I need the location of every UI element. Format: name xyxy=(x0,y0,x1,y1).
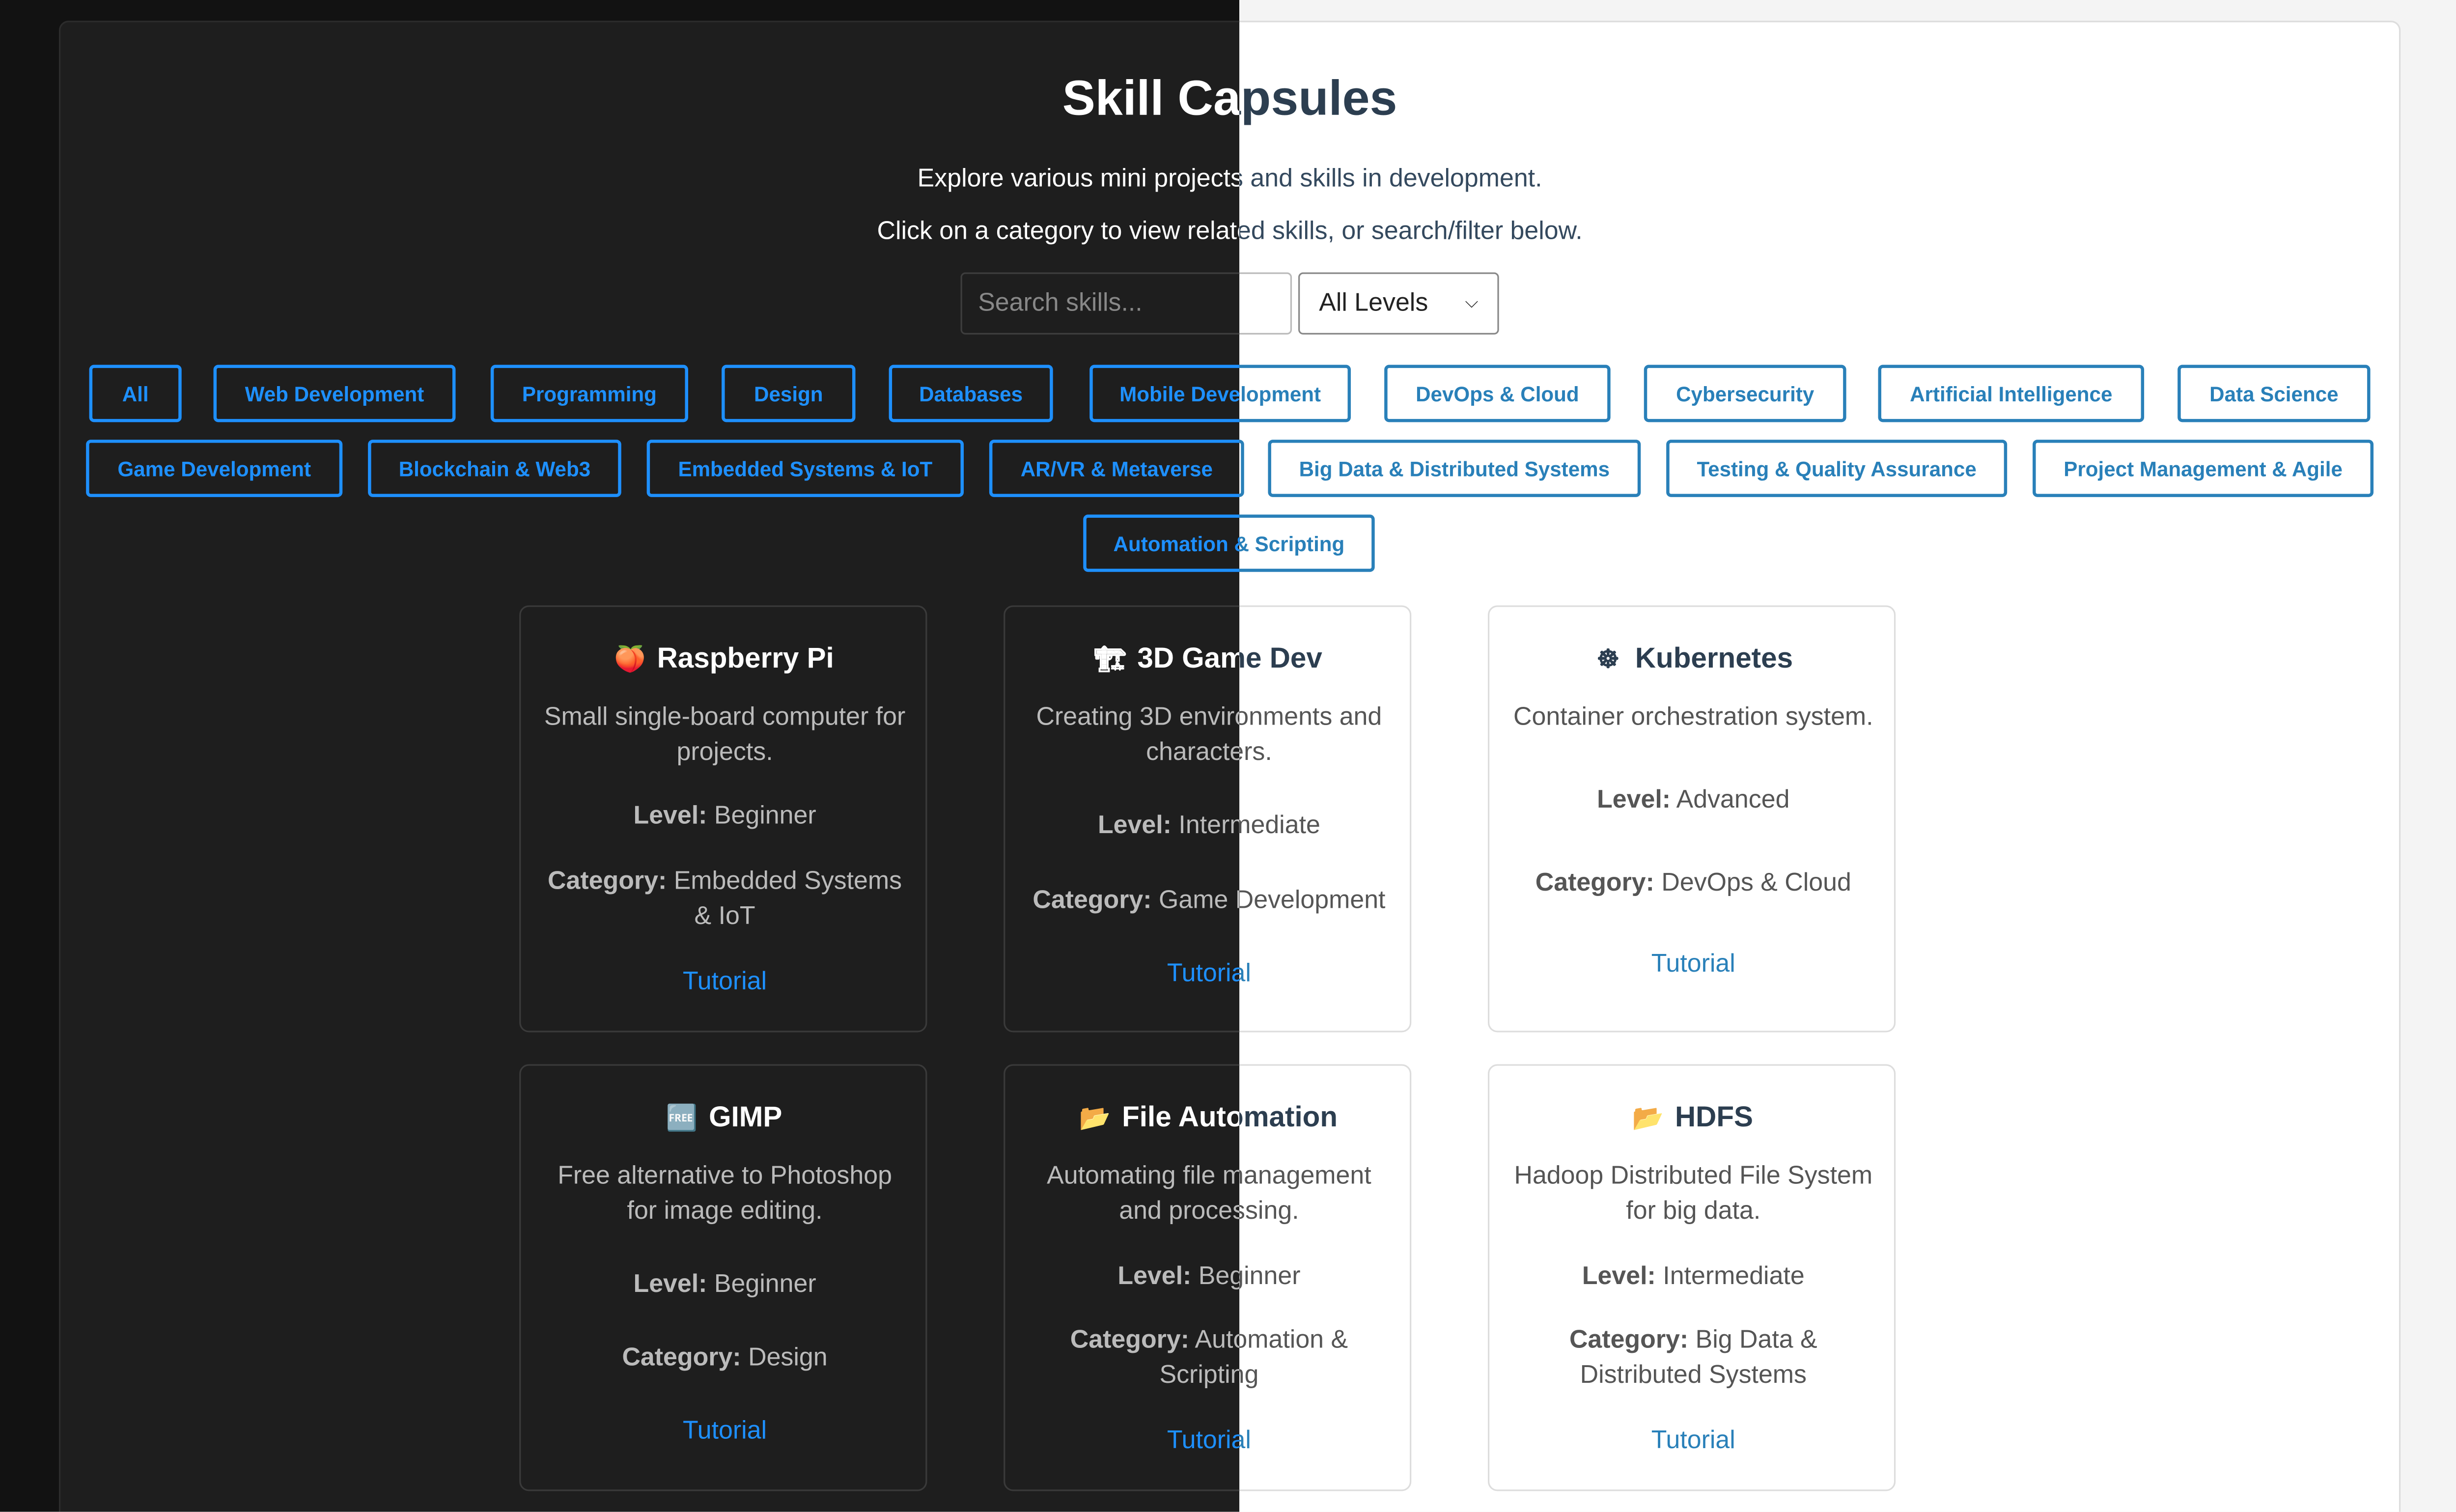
category-button[interactable]: Game Development xyxy=(86,440,343,497)
skill-card-title: 📂 HDFS xyxy=(1489,1101,1897,1134)
level-value: Intermediate xyxy=(1663,1263,1805,1290)
category-button[interactable]: All xyxy=(89,364,182,422)
skill-card-description: Small single-board computer for projects… xyxy=(544,704,906,766)
category-button[interactable]: Testing & Quality Assurance xyxy=(1666,440,2008,497)
category-label: Category: xyxy=(548,868,667,896)
category-button[interactable]: Project Management & Agile xyxy=(2033,440,2374,497)
category-button[interactable]: AR/VR & Metaverse xyxy=(989,440,1240,497)
level-label: Level: xyxy=(1582,1263,1656,1290)
skill-card-category: Category: DevOps & Cloud xyxy=(1508,867,1878,901)
folder-icon: 📂 xyxy=(1079,1105,1111,1132)
level-label: Level: xyxy=(1117,1263,1192,1290)
level-label: Level: xyxy=(1597,787,1671,814)
category-button[interactable]: Embedded Systems & IoT xyxy=(646,440,964,497)
skill-card-title: ☸ Kubernetes xyxy=(1489,642,1897,675)
skill-card-category: Category: Embedded Systems & IoT xyxy=(540,865,909,935)
skill-card: 🍑 Raspberry Pi Small single-board computer… xyxy=(519,605,928,1033)
category-button[interactable]: Databases xyxy=(889,364,1053,422)
chevron-down-icon: ⌵ xyxy=(1465,293,1479,312)
category-button[interactable]: Design xyxy=(722,364,856,422)
skill-card-level: Level: Beginner xyxy=(540,800,909,835)
free-badge-icon: 🆓 xyxy=(666,1105,698,1132)
category-value: Embedded Systems & IoT xyxy=(673,868,902,930)
helm-wheel-icon: ☸ xyxy=(1596,646,1620,673)
skill-card-level: Level: Intermediate xyxy=(1508,1260,1878,1295)
category-label: Category: xyxy=(622,1344,741,1372)
category-button[interactable]: Artificial Intelligence xyxy=(1878,364,2145,422)
category-label: Category: xyxy=(1070,1327,1190,1354)
skill-card: ☸ Kubernetes Container orchestration syste… xyxy=(1487,605,1897,1033)
skill-card-title-text: Kubernetes xyxy=(1635,642,1793,674)
skill-card-description: Container orchestration system. xyxy=(1513,704,1873,731)
skill-card-level: Level: Advanced xyxy=(1508,784,1878,819)
category-value: DevOps & Cloud xyxy=(1661,869,1851,897)
level-label: Level: xyxy=(633,1271,707,1299)
skill-card-description: Free alternative to Photoshop for image … xyxy=(558,1163,892,1225)
skill-card-title: 🍑 Raspberry Pi xyxy=(521,642,928,675)
tutorial-link[interactable]: Tutorial xyxy=(521,1418,928,1446)
category-button[interactable]: Web Development xyxy=(213,364,456,422)
category-button[interactable]: Data Science xyxy=(2177,364,2371,422)
skill-card-category: Category: Big Data & Distributed Systems xyxy=(1508,1324,1878,1394)
level-label: Level: xyxy=(1097,812,1172,840)
level-filter-select[interactable]: All Levels ⌵ xyxy=(1298,272,1499,335)
category-button[interactable]: Cybersecurity xyxy=(1644,364,1846,422)
category-label: Category: xyxy=(1033,887,1152,915)
page-stage: Skill Capsules Explore various mini proj… xyxy=(0,0,2456,1512)
peach-icon: 🍑 xyxy=(614,646,646,673)
category-button[interactable]: Big Data & Distributed Systems xyxy=(1268,440,1641,497)
tutorial-link[interactable]: Tutorial xyxy=(521,969,928,997)
category-button[interactable]: Programming xyxy=(490,364,688,422)
level-filter-value: All Levels xyxy=(1319,289,1428,316)
category-button[interactable]: DevOps & Cloud xyxy=(1384,364,1611,422)
level-value: Advanced xyxy=(1676,787,1790,814)
tutorial-link[interactable]: Tutorial xyxy=(1489,951,1897,980)
category-button[interactable]: Blockchain & Web3 xyxy=(368,440,621,497)
level-value: Beginner xyxy=(714,803,816,830)
skill-card: 📂 HDFS Hadoop Distributed File System for … xyxy=(1487,1064,1897,1491)
construction-crane-icon: 🏗 xyxy=(1094,646,1127,673)
category-label: Category: xyxy=(1535,869,1654,897)
skill-card-title-text: GIMP xyxy=(709,1100,782,1133)
skill-card-category: Category: Design xyxy=(540,1342,909,1376)
level-value: Beginner xyxy=(714,1271,816,1299)
skill-card-title: 🆓 GIMP xyxy=(521,1101,928,1134)
skill-card: 🆓 GIMP Free alternative to Photoshop for i… xyxy=(519,1064,927,1491)
level-label: Level: xyxy=(633,803,707,830)
folder-icon: 📂 xyxy=(1632,1105,1664,1132)
skill-card-level: Level: Beginner xyxy=(540,1268,909,1303)
tutorial-link[interactable]: Tutorial xyxy=(1489,1428,1897,1456)
skill-card-title-text: Raspberry Pi xyxy=(657,642,834,674)
skill-card-description: Hadoop Distributed File System for big d… xyxy=(1514,1163,1873,1225)
category-label: Category: xyxy=(1569,1327,1689,1354)
category-value: Design xyxy=(748,1344,828,1372)
skill-card-title-text: HDFS xyxy=(1675,1100,1753,1133)
